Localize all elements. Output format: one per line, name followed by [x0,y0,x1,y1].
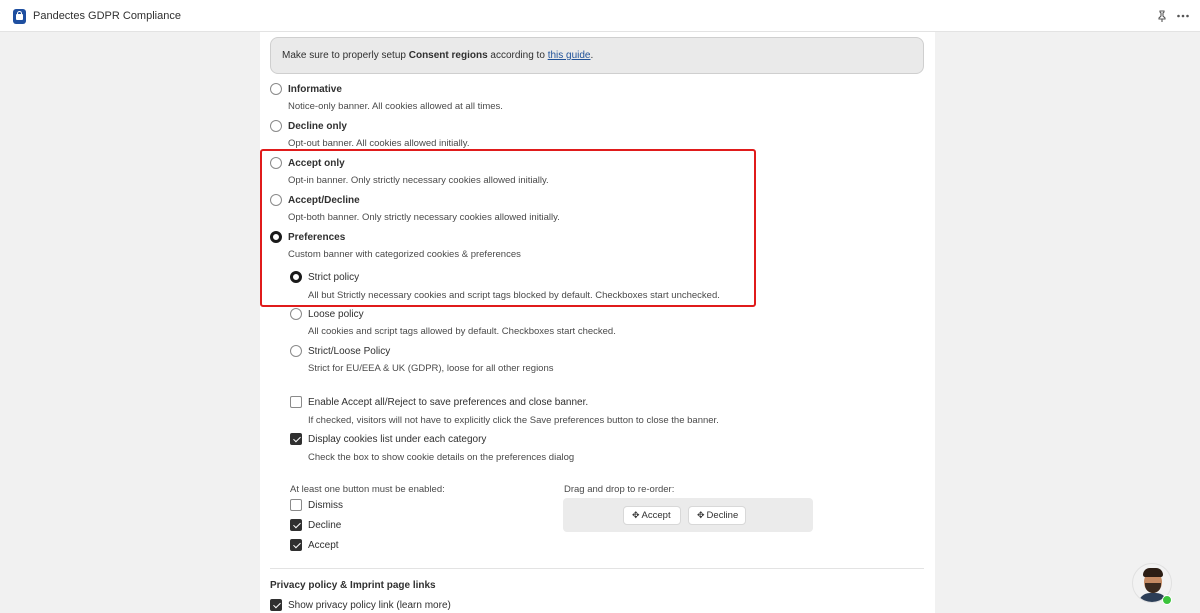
reorder-decline-label: Decline [706,510,739,521]
more-horizontal-icon[interactable] [1176,9,1190,23]
option-enable-accept-reject-label: Enable Accept all/Reject to save prefere… [308,397,589,408]
move-arrows-icon: ✥ [632,510,640,520]
notice-text: Make sure to properly setup Consent regi… [282,50,594,61]
checkbox-display-cookies-list[interactable] [290,433,302,445]
radio-strict-loose-policy[interactable] [290,345,302,357]
checkbox-decline[interactable] [290,519,302,531]
option-decline-only-desc: Opt-out banner. All cookies allowed init… [288,138,470,149]
checkbox-dismiss[interactable] [290,499,302,511]
privacy-heading: Privacy policy & Imprint page links [270,580,436,591]
option-informative-label: Informative [288,84,342,95]
guide-link[interactable]: this guide [548,50,591,61]
section-divider [270,568,924,569]
option-enable-accept-reject-desc: If checked, visitors will not have to ex… [308,415,719,426]
option-loose-policy-label: Loose policy [308,309,364,320]
reorder-accept-pill[interactable]: ✥ Accept [623,506,681,525]
button-dismiss-label: Dismiss [308,500,343,511]
checkbox-show-privacy-link[interactable] [270,599,282,611]
option-strict-loose-policy-desc: Strict for EU/EEA & UK (GDPR), loose for… [308,363,554,374]
app-topbar: Pandectes GDPR Compliance [0,0,1200,32]
avatar-hair [1143,568,1163,577]
notice-bold: Consent regions [408,50,488,61]
app-title: Pandectes GDPR Compliance [33,10,181,22]
buttons-section-label: At least one button must be enabled: [290,484,445,495]
highlight-box [260,149,756,307]
reorder-label: Drag and drop to re-order: [564,484,675,495]
reorder-accept-label: Accept [641,510,671,521]
button-decline-label: Decline [308,520,342,531]
option-decline-only-label: Decline only [288,121,347,132]
checkbox-enable-accept-reject[interactable] [290,396,302,408]
checkbox-accept[interactable] [290,539,302,551]
lock-icon [13,9,26,24]
avatar-beard [1145,583,1161,593]
consent-regions-notice: Make sure to properly setup Consent regi… [270,37,924,74]
radio-loose-policy[interactable] [290,308,302,320]
pin-icon[interactable] [1155,9,1169,23]
reorder-decline-pill[interactable]: ✥ Decline [688,506,746,525]
online-status-dot [1162,595,1172,605]
option-display-cookies-list-desc: Check the box to show cookie details on … [308,452,575,463]
show-privacy-link-label: Show privacy policy link (learn more) [288,600,451,611]
button-accept-label: Accept [308,540,339,551]
move-arrows-icon: ✥ [697,510,705,520]
radio-decline-only[interactable] [270,120,282,132]
option-informative-desc: Notice-only banner. All cookies allowed … [288,101,503,112]
option-display-cookies-list-label: Display cookies list under each category [308,434,487,445]
option-strict-loose-policy-label: Strict/Loose Policy [308,346,391,357]
radio-informative[interactable] [270,83,282,95]
option-loose-policy-desc: All cookies and script tags allowed by d… [308,326,616,337]
